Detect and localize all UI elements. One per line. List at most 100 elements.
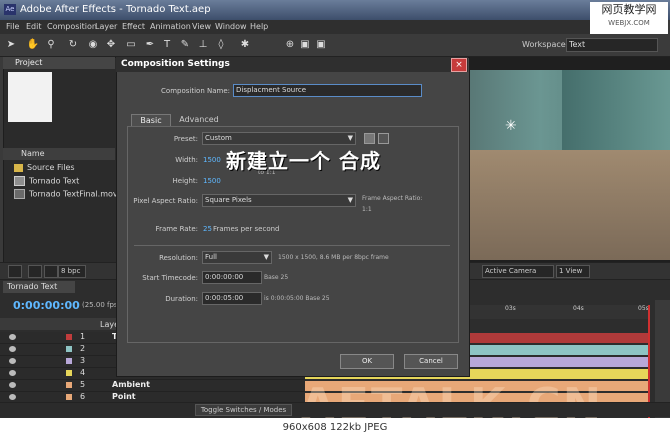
preset-select[interactable]: Custom ▼ [202,132,356,145]
dialog-title-bar: Composition Settings [116,57,468,72]
orbit-camera-tool-icon[interactable]: ◉ [86,38,100,52]
comp-name-input[interactable]: Displacment Source [233,84,422,97]
duration-label: Duration: [165,295,198,303]
eye-icon[interactable] [9,370,16,376]
layer-name[interactable]: Ambient [112,380,150,389]
resolution-label: Resolution: [159,254,198,262]
zoom-tool-icon[interactable]: ⚲ [44,38,58,52]
menu-edit[interactable]: Edit [26,22,42,31]
workspace-select[interactable]: Text [566,38,658,52]
layer-number: 4 [80,368,86,377]
start-timecode-label: Start Timecode: [142,274,198,282]
pen-tool-icon[interactable]: ✒ [143,38,157,52]
frame-aspect-label: Frame Aspect Ratio: [362,195,423,202]
name-column-label: Name [21,149,45,158]
brush-tool-icon[interactable]: ✎ [178,38,192,52]
label-color-swatch[interactable] [66,346,72,352]
eye-icon[interactable] [9,334,16,340]
eye-icon[interactable] [9,394,16,400]
duration-input[interactable]: 0:00:05:00 [202,292,262,305]
label-color-swatch[interactable] [66,370,72,376]
chevron-down-icon: ▼ [347,134,353,142]
flowchart-icon[interactable] [44,265,58,278]
timeline-footer [0,402,670,417]
label-color-swatch[interactable] [66,334,72,340]
tab-advanced[interactable]: Advanced [174,114,224,126]
delete-preset-icon[interactable] [378,133,389,144]
close-icon[interactable]: × [451,58,467,72]
menu-window[interactable]: Window [215,22,247,31]
project-name-header[interactable]: Name [3,148,115,160]
frame-rate-value[interactable]: 25 [203,225,212,233]
width-value[interactable]: 1500 [203,156,221,164]
watermark-line1: 网页教学网 [601,3,657,16]
label-color-swatch[interactable] [66,358,72,364]
eraser-tool-icon[interactable]: ◊ [214,38,228,52]
type-tool-icon[interactable]: T [160,38,174,52]
puppet-tool-icon[interactable]: ✱ [238,38,252,52]
view-axis-icon[interactable]: ▣ [314,38,328,52]
new-comp-icon[interactable] [28,265,42,278]
menu-effect[interactable]: Effect [122,22,145,31]
frame-rate-label: Frame Rate: [155,225,198,233]
resolution-select[interactable]: Full ▼ [202,251,272,264]
axis-mode-icon[interactable]: ⊕ [283,38,297,52]
world-axis-icon[interactable]: ▣ [298,38,312,52]
timeline-scrollbar[interactable] [655,300,670,418]
comp-name-label: Composition Name: [161,87,230,95]
label-color-swatch[interactable] [66,394,72,400]
frame-aspect-value: 1:1 [362,206,372,213]
layer-number: 5 [80,380,86,389]
layer-number: 3 [80,356,86,365]
hand-tool-icon[interactable]: ✋ [26,38,40,52]
fps-label: (25.00 fps) [82,301,121,309]
project-tab[interactable]: Project [3,57,115,69]
menu-bar: File Edit Composition Layer Effect Anima… [0,20,590,34]
clone-stamp-tool-icon[interactable]: ⊥ [196,38,210,52]
view-layout-select[interactable]: 1 View [556,265,590,278]
timeline-tab[interactable]: Tornado Text [3,281,75,293]
menu-file[interactable]: File [6,22,19,31]
project-item-label: Tornado TextFinal.mov [29,189,118,199]
footage-icon [14,189,25,199]
project-item-source-files[interactable]: Source Files [14,163,75,172]
menu-composition[interactable]: Composition [47,22,97,31]
image-status-bar: 960x608 122kb JPEG [0,418,670,437]
height-value[interactable]: 1500 [203,177,221,185]
project-tab-label: Project [15,58,43,67]
watermark-logo: 网页教学网 WEBJX.COM [590,2,668,36]
preset-label: Preset: [173,135,198,143]
new-folder-icon[interactable] [8,265,22,278]
layer-row[interactable]: 5 Ambient [0,380,305,392]
cancel-button[interactable]: Cancel [404,354,458,369]
pan-behind-tool-icon[interactable]: ✥ [104,38,118,52]
mask-tool-icon[interactable]: ▭ [124,38,138,52]
eye-icon[interactable] [9,358,16,364]
rotate-tool-icon[interactable]: ↻ [66,38,80,52]
folder-icon [14,163,23,172]
start-timecode-input[interactable]: 0:00:00:00 [202,271,262,284]
menu-view[interactable]: View [192,22,211,31]
menu-animation[interactable]: Animation [150,22,191,31]
menu-help[interactable]: Help [250,22,268,31]
pixel-aspect-select[interactable]: Square Pixels ▼ [202,194,356,207]
selection-tool-icon[interactable]: ➤ [4,38,18,52]
project-item-tornado-final[interactable]: Tornado TextFinal.mov [14,189,118,199]
camera-select[interactable]: Active Camera [482,265,554,278]
project-thumbnail [8,72,52,122]
eye-icon[interactable] [9,382,16,388]
width-label: Width: [175,156,198,164]
eye-icon[interactable] [9,346,16,352]
layer-name[interactable]: Point [112,392,136,401]
ok-button[interactable]: OK [340,354,394,369]
chevron-down-icon: ▼ [347,196,353,204]
project-item-tornado-text[interactable]: Tornado Text [14,176,79,186]
overlay-caption: 新建立一个 合成 [226,149,381,173]
label-color-swatch[interactable] [66,382,72,388]
ruler-tick: 04s [573,305,584,312]
current-timecode[interactable]: 0:00:00:00 [13,299,80,312]
bpc-toggle[interactable]: 8 bpc [58,265,86,278]
menu-layer[interactable]: Layer [95,22,117,31]
save-preset-icon[interactable] [364,133,375,144]
toggle-switches-button[interactable]: Toggle Switches / Modes [195,404,292,416]
